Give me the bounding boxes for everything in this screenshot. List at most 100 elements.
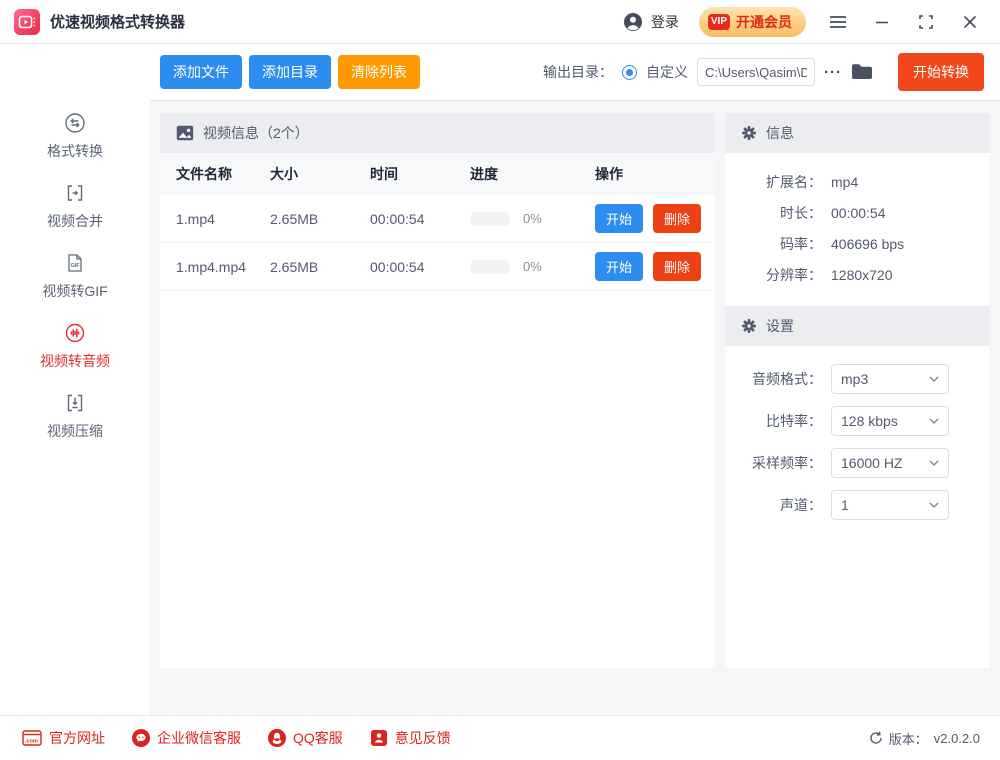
info-body: 扩展名： mp4 时长： 00:00:54 码率： 406696 bps 分辨率… [725, 153, 990, 306]
info-label: 分辨率： [766, 266, 822, 283]
add-file-button[interactable]: 添加文件 [160, 55, 242, 89]
info-label: 扩展名： [766, 173, 822, 190]
app-title: 优速视频格式转换器 [50, 14, 186, 31]
feedback-icon [370, 729, 388, 747]
svg-text:GIF: GIF [71, 263, 81, 269]
info-row: 时长： 00:00:54 [725, 197, 990, 228]
clear-list-button[interactable]: 清除列表 [338, 55, 420, 89]
gear-icon [741, 318, 757, 334]
official-website-link[interactable]: .com 官方网址 [22, 728, 105, 748]
gif-file-icon: GIF [64, 252, 86, 274]
progress-bar [470, 259, 510, 274]
setting-label: 比特率： [766, 413, 822, 429]
output-path-input[interactable] [697, 58, 815, 86]
video-compress-icon [64, 392, 86, 414]
setting-row: 音频格式： mp3 [725, 358, 990, 400]
delete-button[interactable]: 删除 [653, 252, 702, 281]
output-directory-group: 输出目录： 自定义 ··· 开始转换 [543, 53, 984, 91]
video-list-panel: 视频信息（2个） 文件名称 大小 时间 进度 操作 1.mp4 2.65MB 0… [160, 113, 715, 668]
start-convert-button[interactable]: 开始转换 [898, 53, 984, 91]
vip-button[interactable]: VIP 开通会员 [698, 6, 806, 37]
app-body: 格式转换 视频合并 GIF 视频转GIF 视频转音频 视频压缩 添加文件 添加目… [0, 44, 1000, 715]
sidebar-item-label: 视频压缩 [47, 423, 103, 439]
audio-format-select[interactable]: mp3 [831, 364, 949, 394]
column-header-size: 大小 [270, 166, 298, 182]
version-info: 版本： v2.0.2.0 [869, 729, 980, 748]
minimize-button[interactable] [870, 10, 894, 34]
file-size: 2.65MB [270, 210, 319, 227]
sidebar-item-video-compress[interactable]: 视频压缩 [47, 392, 103, 439]
info-panel-header: 信息 [725, 113, 990, 153]
footer: .com 官方网址 企业微信客服 QQ客服 意见反馈 版本： v2.0.2.0 [0, 715, 1000, 760]
login-button[interactable]: 登录 [623, 12, 679, 32]
image-icon [176, 125, 194, 141]
table-header-row: 文件名称 大小 时间 进度 操作 [160, 153, 715, 195]
titlebar-right: 登录 VIP 开通会员 [623, 6, 982, 37]
maximize-button[interactable] [914, 10, 938, 34]
setting-row: 声道： 1 [725, 484, 990, 526]
wechat-service-icon [132, 729, 150, 747]
sidebar-item-video-to-gif[interactable]: GIF 视频转GIF [42, 252, 108, 299]
progress-percent: 0% [523, 259, 542, 274]
user-avatar-icon [623, 12, 643, 32]
app-logo-icon [14, 8, 40, 35]
table-row: 1.mp4.mp4 2.65MB 00:00:54 0% 开始 删除 [160, 243, 715, 291]
menu-button[interactable] [826, 10, 850, 34]
vip-label: 开通会员 [736, 13, 792, 30]
setting-label: 采样频率： [752, 455, 822, 471]
select-value: 16000 HZ [841, 455, 903, 471]
wechat-service-link[interactable]: 企业微信客服 [132, 728, 241, 748]
start-button[interactable]: 开始 [595, 204, 644, 233]
footer-link-label: 意见反馈 [394, 730, 451, 746]
sidebar: 格式转换 视频合并 GIF 视频转GIF 视频转音频 视频压缩 [0, 44, 150, 715]
main-area: 添加文件 添加目录 清除列表 输出目录： 自定义 ··· 开始转换 [150, 44, 1000, 715]
output-directory-label: 输出目录： [543, 64, 613, 80]
info-value: mp4 [831, 173, 859, 190]
info-panel-title: 信息 [766, 125, 794, 141]
close-button[interactable] [958, 10, 982, 34]
chevron-down-icon [929, 376, 939, 382]
sample-rate-select[interactable]: 16000 HZ [831, 448, 949, 478]
qq-service-link[interactable]: QQ客服 [268, 728, 343, 748]
setting-label: 音频格式： [752, 371, 822, 387]
settings-panel-header: 设置 [725, 306, 990, 346]
delete-button[interactable]: 删除 [653, 204, 702, 233]
file-time: 00:00:54 [370, 258, 425, 275]
browse-more-button[interactable]: ··· [824, 64, 842, 81]
custom-radio[interactable] [622, 64, 637, 80]
column-header-filename: 文件名称 [176, 166, 232, 182]
info-label: 码率： [780, 235, 822, 252]
gear-icon [741, 125, 757, 141]
info-row: 分辨率： 1280x720 [725, 259, 990, 290]
chevron-down-icon [929, 460, 939, 466]
audio-wave-icon [64, 322, 86, 344]
chevron-down-icon [929, 418, 939, 424]
footer-link-label: 企业微信客服 [157, 730, 241, 746]
bitrate-select[interactable]: 128 kbps [831, 406, 949, 436]
file-name: 1.mp4.mp4 [176, 258, 247, 275]
refresh-icon[interactable] [869, 731, 883, 745]
sidebar-item-label: 视频转GIF [42, 283, 108, 299]
toolbar: 添加文件 添加目录 清除列表 输出目录： 自定义 ··· 开始转换 [150, 44, 1000, 101]
website-icon: .com [22, 730, 42, 746]
info-row: 码率： 406696 bps [725, 228, 990, 259]
column-header-action: 操作 [595, 166, 623, 182]
select-value: 128 kbps [841, 413, 898, 429]
version-label: 版本： [888, 731, 928, 747]
channel-select[interactable]: 1 [831, 490, 949, 520]
sidebar-item-format-convert[interactable]: 格式转换 [47, 112, 103, 159]
info-value: 406696 bps [831, 235, 905, 252]
login-label: 登录 [650, 13, 679, 30]
column-header-time: 时间 [370, 166, 398, 182]
sidebar-item-video-to-audio[interactable]: 视频转音频 [40, 322, 110, 369]
start-button[interactable]: 开始 [595, 252, 644, 281]
sidebar-item-label: 视频合并 [47, 213, 103, 229]
open-folder-icon[interactable] [851, 63, 873, 81]
sidebar-item-video-merge[interactable]: 视频合并 [47, 182, 103, 229]
progress-percent: 0% [523, 211, 542, 226]
footer-link-label: QQ客服 [293, 730, 343, 746]
titlebar: 优速视频格式转换器 登录 VIP 开通会员 [0, 0, 1000, 44]
footer-link-label: 官方网址 [49, 730, 105, 746]
feedback-link[interactable]: 意见反馈 [370, 728, 451, 748]
add-directory-button[interactable]: 添加目录 [249, 55, 331, 89]
